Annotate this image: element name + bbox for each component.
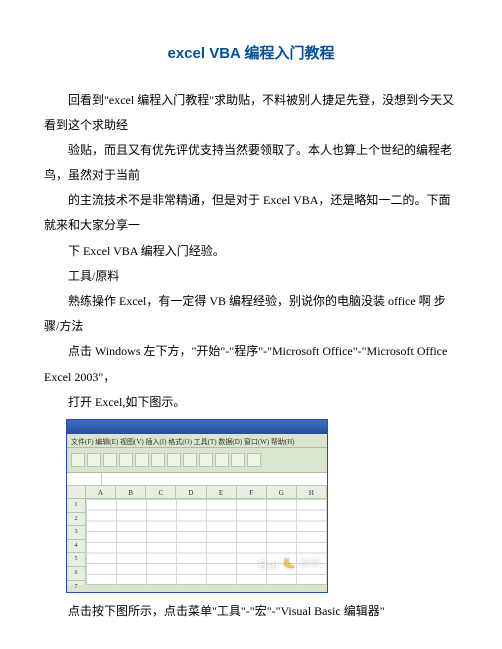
col-header: C xyxy=(146,486,176,498)
col-header: D xyxy=(176,486,206,498)
toolbar-button xyxy=(199,453,213,467)
body-paragraph: 熟练操作 Excel，有一定得 VB 编程经验，别说你的电脑没装 office … xyxy=(44,289,458,339)
excel-name-box xyxy=(67,473,102,485)
excel-toolbar xyxy=(67,448,327,473)
watermark-du-icon: 🦶 xyxy=(283,554,296,575)
watermark-brand: Bai xyxy=(259,551,279,578)
select-all-corner xyxy=(67,486,86,498)
document-page: excel VBA 编程入门教程 回看到"excel 编程入门教程"求助贴，不料… xyxy=(0,0,502,649)
row-header: 3 xyxy=(67,526,85,540)
section-heading: 工具/原料 xyxy=(44,264,458,289)
toolbar-button xyxy=(215,453,229,467)
baidu-watermark: Bai🦶经验 xyxy=(259,551,321,578)
toolbar-button xyxy=(231,453,245,467)
row-header: 5 xyxy=(67,553,85,567)
toolbar-button xyxy=(167,453,181,467)
col-header: H xyxy=(297,486,327,498)
excel-screenshot: 文件(F) 编辑(E) 视图(V) 插入(I) 格式(O) 工具(T) 数据(D… xyxy=(66,419,328,593)
row-header: 4 xyxy=(67,540,85,554)
col-header: B xyxy=(116,486,146,498)
excel-titlebar xyxy=(67,420,327,434)
toolbar-button xyxy=(103,453,117,467)
excel-sheet-tabs xyxy=(67,584,327,593)
body-paragraph: 验贴，而且又有优先评优支持当然要领取了。本人也算上个世纪的编程老鸟，虽然对于当前 xyxy=(44,138,458,188)
toolbar-button xyxy=(135,453,149,467)
excel-menubar: 文件(F) 编辑(E) 视图(V) 插入(I) 格式(O) 工具(T) 数据(D… xyxy=(67,434,327,448)
toolbar-button xyxy=(247,453,261,467)
row-header: 1 xyxy=(67,499,85,513)
col-header: A xyxy=(86,486,116,498)
toolbar-button xyxy=(183,453,197,467)
row-header: 7 xyxy=(67,581,85,593)
col-header: F xyxy=(237,486,267,498)
excel-row-headers: 1 2 3 4 5 6 7 8 xyxy=(67,499,86,585)
body-paragraph: 点击按下图所示，点击菜单"工具"-"宏"-"Visual Basic 编辑器" xyxy=(44,599,458,624)
excel-column-headers: A B C D E F G H xyxy=(67,486,327,499)
toolbar-button xyxy=(87,453,101,467)
page-title: excel VBA 编程入门教程 xyxy=(44,38,458,70)
excel-formula-bar xyxy=(67,473,327,486)
body-paragraph: 回看到"excel 编程入门教程"求助贴，不料被别人捷足先登，没想到今天又看到这… xyxy=(44,88,458,138)
row-header: 6 xyxy=(67,567,85,581)
toolbar-button xyxy=(71,453,85,467)
col-header: E xyxy=(207,486,237,498)
watermark-suffix: 经验 xyxy=(300,554,321,575)
toolbar-button xyxy=(119,453,133,467)
body-paragraph: 的主流技术不是非常精通，但是对于 Excel VBA，还是略知一二的。下面就来和… xyxy=(44,188,458,238)
col-header: G xyxy=(267,486,297,498)
body-paragraph: 打开 Excel,如下图示。 xyxy=(44,390,458,415)
body-paragraph: 点击 Windows 左下方，"开始"-"程序"-"Microsoft Offi… xyxy=(44,339,458,389)
body-paragraph: 下 Excel VBA 编程入门经验。 xyxy=(44,239,458,264)
row-header: 2 xyxy=(67,513,85,527)
toolbar-button xyxy=(151,453,165,467)
